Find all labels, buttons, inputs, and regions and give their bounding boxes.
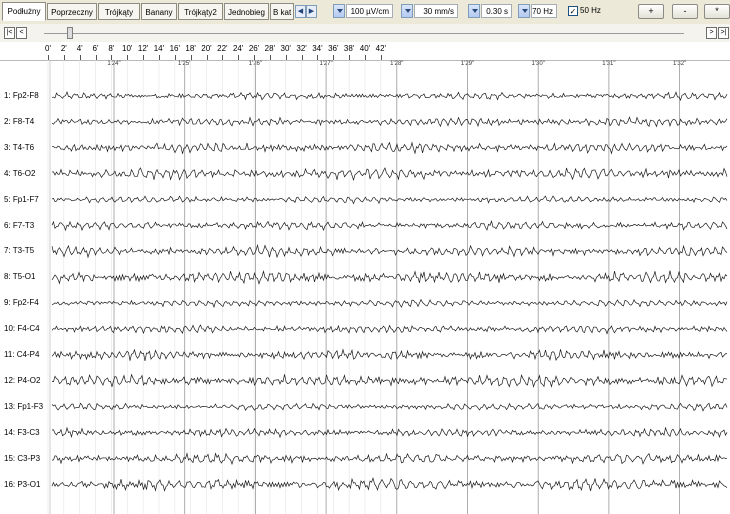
eeg-channel-trace (51, 324, 728, 335)
channel-label: 6: F7-T3 (4, 220, 35, 230)
eeg-channel-trace (51, 402, 728, 412)
eeg-trace-area (47, 60, 728, 514)
channel-label: 7: T3-T5 (4, 246, 35, 256)
go-prev-button[interactable]: < (16, 27, 27, 39)
eeg-channel-trace (51, 298, 728, 309)
channel-label: 5: Fp1-F7 (4, 194, 39, 204)
eeg-channel-trace (51, 269, 728, 285)
ruler-tick-label: 22' (217, 44, 228, 53)
eeg-channel-trace (51, 373, 728, 389)
ruler-tick-label: 8' (108, 44, 115, 53)
ruler-tick-label: 38' (343, 44, 355, 53)
ruler-tick-label: 24' (232, 44, 244, 53)
channel-label: 9: Fp2-F4 (4, 298, 39, 308)
channel-label: 4: T6-O2 (4, 168, 36, 178)
channel-label: 11: C4-P4 (4, 350, 40, 359)
notch-filter-label: 50 Hz (580, 6, 601, 15)
ruler-tick-label: 26' (248, 44, 260, 53)
ruler-tick-label: 36' (328, 44, 339, 53)
toolbar: Podłużny Poprzeczny Trójkąty Banany Trój… (0, 0, 730, 25)
eeg-channel-trace (51, 426, 728, 439)
channel-label: 12: P4-O2 (4, 375, 41, 385)
channel-label: 2: F8-T4 (4, 116, 35, 126)
channel-label: 1: Fp2-F8 (4, 91, 39, 100)
time-ruler: 0' 2' 4' 6' 8' 10' 12' 14' 16' 18' 20' 22' 24' 26' 28'… (0, 42, 730, 61)
tab-trojkaty[interactable]: Trójkąty (98, 3, 140, 20)
eeg-channel-trace (51, 91, 728, 102)
high-filter-select[interactable]: 70 Hz (531, 4, 557, 18)
eeg-channel-trace (51, 452, 728, 466)
time-constant-dropdown-arrow[interactable] (468, 4, 480, 18)
eeg-channel-trace (51, 195, 728, 205)
ruler-tick-label: 12' (137, 44, 149, 53)
ruler-tick-label: 32' (296, 44, 307, 53)
channel-label: 16: P3-O1 (4, 479, 41, 489)
tab-scroll-right-icon[interactable]: ▶ (306, 5, 317, 18)
speed-select[interactable]: 30 mm/s (414, 4, 458, 18)
eeg-channel-trace (51, 167, 728, 182)
navigation-bar: |< < > >| (0, 24, 730, 42)
channel-label: 8: T5-O1 (4, 272, 36, 282)
tab-banany[interactable]: Banany (141, 3, 177, 20)
minus-button[interactable]: - (672, 4, 698, 19)
plus-button[interactable]: + (638, 4, 664, 19)
tab-b-kat[interactable]: B kat (270, 3, 294, 20)
time-slider-track[interactable] (44, 33, 684, 34)
ruler-tick-label: 30' (280, 44, 291, 53)
go-first-button[interactable]: |< (4, 27, 15, 39)
channel-label: 13: Fp1-F3 (4, 401, 44, 411)
ruler-tick-label: 0' (45, 44, 51, 53)
channel-label: 14: F3-C3 (4, 427, 40, 437)
ruler-tick-label: 40' (359, 44, 371, 53)
channel-label: 15: C3-P3 (4, 453, 41, 463)
speed-dropdown-arrow[interactable] (401, 4, 413, 18)
tab-trojkaty2[interactable]: Trójkąty2 (178, 3, 223, 20)
ruler-tick-label: 20' (201, 44, 212, 53)
sensitivity-dropdown-arrow[interactable] (333, 4, 345, 18)
ruler-tick-label: 34' (312, 44, 323, 53)
ruler-tick-label: 2' (60, 44, 67, 53)
eeg-channel-trace (51, 220, 728, 232)
go-next-button[interactable]: > (706, 27, 717, 39)
channel-label: 10: F4-C4 (4, 324, 40, 334)
go-last-button[interactable]: >| (718, 27, 729, 39)
ruler-tick-label: 16' (169, 44, 181, 53)
sensitivity-select[interactable]: 100 µV/cm (346, 4, 393, 18)
tab-podluzny[interactable]: Podłużny (2, 2, 46, 21)
ruler-tick-label: 42' (375, 44, 387, 53)
eeg-channel-trace (51, 348, 728, 362)
star-button[interactable]: * (704, 4, 730, 19)
notch-filter-checkbox[interactable]: ✓ (568, 6, 578, 16)
channel-label: 3: T4-T6 (4, 142, 35, 152)
tab-poprzeczny[interactable]: Poprzeczny (47, 3, 97, 20)
ruler-tick-label: 18' (185, 44, 196, 53)
ruler-tick-label: 4' (76, 44, 83, 53)
ruler-tick-label: 14' (153, 44, 165, 53)
tab-scroll-left-icon[interactable]: ◀ (295, 5, 306, 18)
ruler-tick-label: 28' (264, 44, 276, 53)
high-filter-dropdown-arrow[interactable] (518, 4, 530, 18)
eeg-channel-trace (51, 243, 728, 259)
ruler-tick-label: 10' (122, 44, 133, 53)
tab-jednobieg[interactable]: Jednobieg (224, 3, 269, 20)
eeg-channel-trace (51, 476, 728, 492)
time-constant-select[interactable]: 0.30 s (481, 4, 512, 18)
eeg-channel-trace (51, 141, 728, 155)
eeg-channel-trace (51, 116, 728, 128)
time-slider-thumb[interactable] (67, 27, 73, 39)
ruler-tick-label: 6' (92, 44, 99, 53)
